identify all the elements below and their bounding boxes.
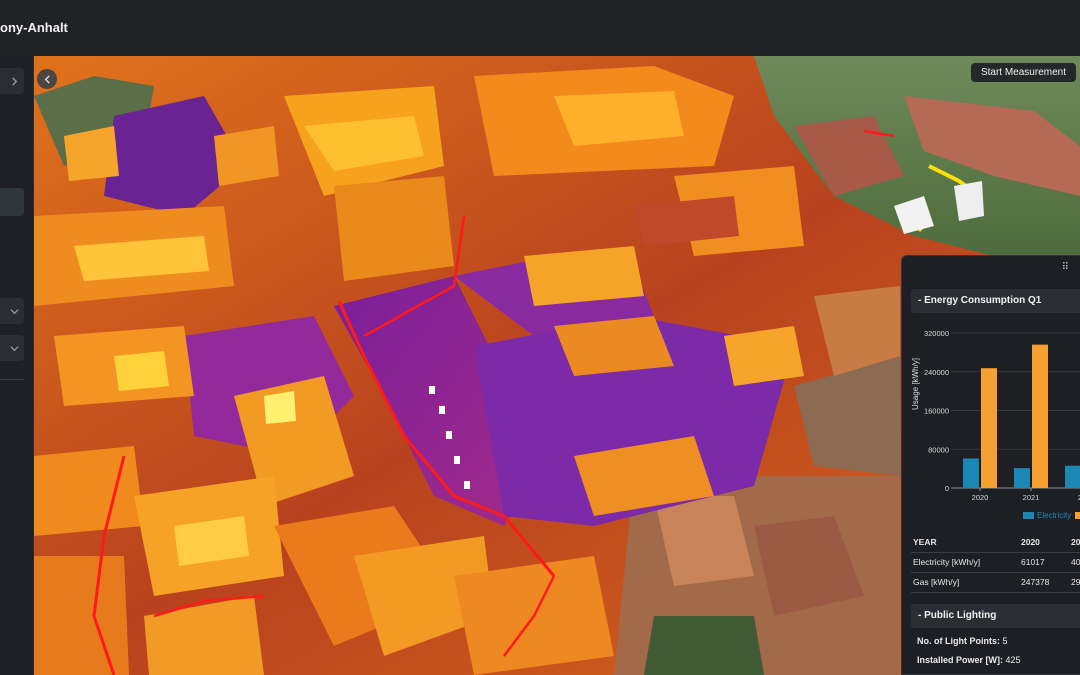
energy-table: YEAR 2020 20 Electricity [kWh/y] 61017 4…	[911, 532, 1080, 593]
installed-power-value: 425	[1005, 655, 1021, 665]
y-tick-label: 240000	[924, 368, 949, 377]
chart-y-axis-label: Usage [kWh/y]	[911, 358, 920, 410]
x-tick-label: 2021	[1023, 493, 1040, 502]
top-bar: ony-Anhalt	[0, 0, 1080, 56]
table-cell: 29	[1069, 572, 1080, 593]
legend-swatch-electricity	[1023, 512, 1034, 519]
light-points-row: No. of Light Points: 5	[917, 636, 1008, 646]
row-label: Gas [kWh/y]	[911, 572, 1019, 593]
chevron-down-icon	[10, 345, 19, 351]
y-tick-label: 0	[945, 484, 949, 493]
y-tick-label: 80000	[928, 445, 949, 454]
x-tick-label: 2020	[972, 493, 989, 502]
bar-electricity	[963, 458, 979, 488]
table-row: Gas [kWh/y] 247378 29	[911, 572, 1080, 593]
chart-bars	[963, 344, 1080, 488]
chevron-right-icon	[12, 76, 18, 86]
bar-electricity	[1014, 468, 1030, 488]
sidebar	[0, 56, 34, 675]
collapse-sidebar-button[interactable]	[37, 69, 57, 89]
table-cell: 40	[1069, 552, 1080, 573]
y-tick-label: 320000	[924, 329, 949, 338]
table-header-cell: YEAR	[911, 532, 1019, 553]
table-header-cell: 20	[1069, 532, 1080, 553]
bar-electricity	[1065, 465, 1080, 488]
installed-power-label: Installed Power [W]:	[917, 655, 1004, 665]
start-measurement-button[interactable]: Start Measurement	[970, 63, 1076, 82]
bar-gas	[1032, 344, 1048, 488]
light-points-value: 5	[1002, 636, 1008, 646]
app-title: ony-Anhalt	[0, 20, 68, 35]
y-tick-label: 160000	[924, 407, 949, 416]
info-panel: ⠿ - Energy Consumption Q1 Usage [kWh/y] …	[901, 255, 1080, 675]
table-cell: 61017	[1019, 552, 1069, 573]
sidebar-active-item[interactable]	[0, 188, 24, 216]
chevron-left-icon	[44, 74, 50, 84]
table-header-row: YEAR 2020 20	[911, 532, 1080, 553]
chart-x-ticks: 2020202120	[972, 488, 1080, 502]
legend-swatch-gas	[1075, 512, 1080, 519]
sidebar-toggle-button[interactable]	[0, 68, 24, 94]
bar-gas	[981, 368, 997, 488]
table-row: Electricity [kWh/y] 61017 40	[911, 552, 1080, 573]
installed-power-row: Installed Power [W]: 425	[917, 655, 1021, 665]
energy-consumption-chart: Usage [kWh/y] 320000 240000 160000 80000 0 2…	[911, 329, 1080, 520]
table-cell: 247378	[1019, 572, 1069, 593]
legend-label-electricity: Electricity	[1037, 511, 1071, 520]
chart-y-ticks: 320000 240000 160000 80000 0	[924, 329, 949, 493]
sidebar-dropdown-1[interactable]	[0, 298, 24, 324]
table-header-cell: 2020	[1019, 532, 1069, 553]
sidebar-divider	[0, 379, 24, 380]
sidebar-dropdown-2[interactable]	[0, 335, 24, 361]
public-lighting-header[interactable]: - Public Lighting	[911, 604, 1080, 628]
chevron-down-icon	[10, 308, 19, 314]
energy-consumption-header[interactable]: - Energy Consumption Q1	[911, 289, 1080, 313]
drag-handle-icon[interactable]: ⠿	[1062, 262, 1069, 273]
chart-legend[interactable]: Electricity	[1023, 511, 1080, 520]
row-label: Electricity [kWh/y]	[911, 552, 1019, 573]
light-points-label: No. of Light Points:	[917, 636, 1000, 646]
